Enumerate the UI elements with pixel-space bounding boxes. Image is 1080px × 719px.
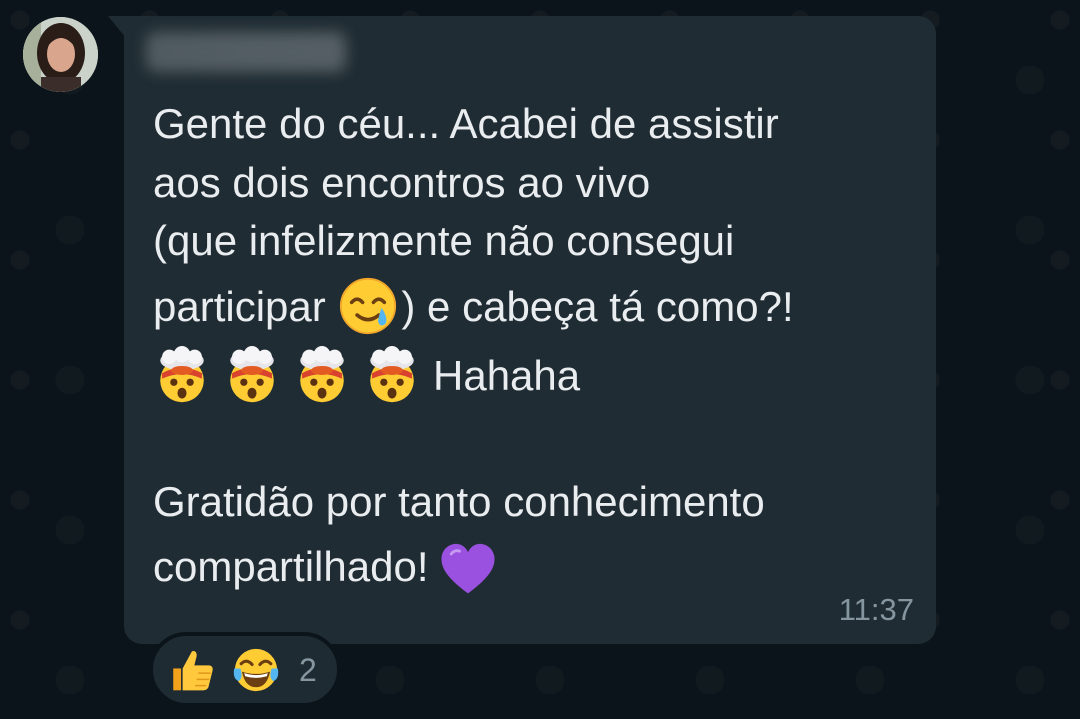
exploding-head-icon	[153, 345, 211, 404]
message-line-2: aos dois encontros ao vivo	[153, 158, 651, 206]
purple-heart-icon	[438, 539, 498, 599]
sender-name	[146, 32, 346, 72]
exploding-head-icon	[363, 345, 421, 404]
thumbs-up-icon	[167, 645, 217, 695]
message-line-8: compartilhado!	[153, 538, 923, 597]
reactions-pill[interactable]: 2	[149, 632, 341, 707]
message-line-1: Gente do céu... Acabei de assistir	[153, 100, 779, 147]
face-with-tears-of-joy-icon	[231, 645, 281, 695]
avatar-photo	[23, 17, 98, 92]
reaction-count: 2	[299, 651, 317, 688]
message-line-3: (que infelizmente não consegui	[153, 217, 735, 265]
smiling-face-with-tear-icon	[339, 277, 397, 335]
message-line-7: Gratidão por tanto conhecimento	[153, 478, 765, 526]
message-line-4-start: participar	[153, 283, 338, 331]
exploding-head-icon	[293, 345, 351, 404]
message-timestamp: 11:37	[838, 592, 914, 627]
message-line-4-end: ) e cabeça tá como?!	[401, 283, 794, 331]
message-text: Gente do céu... Acabei de assistir aos d…	[153, 95, 923, 597]
message-line-5-text: Hahaha	[433, 351, 581, 399]
exploding-head-icon	[223, 345, 281, 404]
message-line-5: Hahaha	[153, 345, 923, 405]
message-line-4: participar ) e cabeça tá como?!	[153, 277, 923, 336]
message-line-8-text: compartilhado!	[153, 542, 429, 590]
sender-avatar[interactable]	[23, 17, 98, 92]
